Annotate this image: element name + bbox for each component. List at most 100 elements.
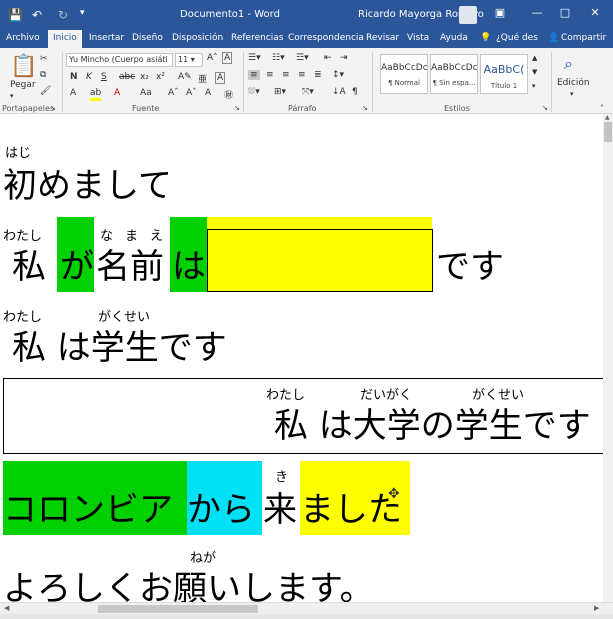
tab-diseno[interactable]: Diseño: [132, 33, 163, 43]
document-canvas[interactable]: はじ 初めまして わたし なまえ 私 が 名前 は です わたし がくせい 私 …: [0, 114, 603, 602]
show-formatting-marks-icon[interactable]: ¶: [352, 87, 358, 97]
phonetic-guide-icon[interactable]: 亜: [198, 72, 207, 85]
decrease-indent-icon[interactable]: ⇤: [324, 53, 332, 63]
change-case-icon[interactable]: Aa: [140, 88, 152, 98]
lightbulb-icon[interactable]: 💡: [480, 33, 491, 43]
style-preview: AaBbCcDc: [431, 63, 478, 73]
scroll-left-icon[interactable]: ◀: [4, 604, 9, 612]
name-input-box[interactable]: [207, 229, 433, 292]
tab-referencias[interactable]: Referencias: [231, 33, 284, 43]
grow-font-size-icon[interactable]: Aˆ: [168, 88, 179, 98]
style-name: ¶ Normal: [387, 79, 420, 87]
customize-quick-access-icon[interactable]: ▾: [80, 8, 85, 18]
font-name-select[interactable]: Yu Mincho (Cuerpo asiáti: [66, 53, 173, 67]
justify-icon[interactable]: ≡: [298, 70, 306, 80]
paste-button[interactable]: Pegar: [10, 80, 36, 90]
encircle-icon[interactable]: ㊖: [224, 88, 233, 101]
align-right-icon[interactable]: ≡: [282, 70, 290, 80]
colombia-text: コロンビア: [3, 490, 173, 530]
cursor-icon: ✥: [388, 486, 400, 502]
style-preview: AaBbCcDc: [381, 63, 428, 73]
redo-icon[interactable]: ↻: [58, 8, 68, 22]
editing-button[interactable]: Edición: [557, 78, 590, 88]
font-color-icon[interactable]: A: [114, 88, 120, 98]
clear-formatting-icon[interactable]: A✎: [178, 72, 192, 82]
clipboard-launcher-icon[interactable]: ↘: [50, 104, 56, 112]
styles-scroll-down-icon[interactable]: ▼: [532, 68, 537, 76]
asian-layout-icon[interactable]: ⤧▾: [302, 87, 314, 97]
scroll-right-icon[interactable]: ▶: [594, 604, 599, 612]
paragraph-launcher-icon[interactable]: ↘: [362, 104, 368, 112]
tab-ayuda[interactable]: Ayuda: [440, 33, 468, 43]
save-icon[interactable]: 💾: [8, 8, 23, 22]
italic-icon[interactable]: K: [86, 72, 92, 82]
styles-launcher-icon[interactable]: ↘: [542, 104, 548, 112]
subscript-icon[interactable]: x₂: [140, 72, 149, 82]
undo-icon[interactable]: ↶: [32, 8, 42, 22]
search-icon[interactable]: ⌕: [564, 54, 573, 74]
document-line-4: 私 は大学の学生です: [274, 406, 591, 446]
character-border-icon[interactable]: A: [222, 52, 233, 64]
share-icon[interactable]: 👤: [548, 33, 559, 43]
sort-icon[interactable]: ↓A: [332, 87, 346, 97]
paste-icon[interactable]: 📋: [10, 54, 37, 79]
copy-icon[interactable]: ⧉: [40, 70, 46, 80]
divider: [372, 52, 373, 112]
text-effects-icon[interactable]: A: [70, 88, 76, 98]
strikethrough-icon[interactable]: abc: [119, 72, 135, 82]
character-shading-icon[interactable]: A: [205, 88, 211, 98]
minimize-button[interactable]: —: [527, 6, 547, 19]
align-left-icon[interactable]: ≡: [248, 70, 260, 80]
shading-icon[interactable]: ⛆▾: [248, 87, 260, 97]
tab-inicio[interactable]: Inicio: [48, 30, 82, 48]
style-preview: AaBbC(: [483, 63, 525, 76]
enclose-characters-icon[interactable]: A: [215, 72, 226, 84]
style-heading-1[interactable]: AaBbC( Título 1: [480, 54, 528, 94]
avatar[interactable]: [459, 6, 477, 24]
numbering-icon[interactable]: ☷▾: [272, 53, 285, 63]
styles-scroll-up-icon[interactable]: ▲: [532, 54, 537, 62]
ribbon-display-options-icon[interactable]: ▣: [490, 6, 510, 19]
restore-button[interactable]: □: [555, 6, 575, 19]
clipboard-group-label: Portapapeles: [2, 104, 55, 113]
ribbon-tabs: Archivo Inicio Insertar Diseño Disposici…: [0, 30, 613, 48]
styles-more-icon[interactable]: ▾: [532, 82, 536, 90]
shrink-font-icon[interactable]: Aˇ: [186, 88, 197, 98]
underline-icon[interactable]: S: [101, 72, 107, 82]
tab-disposicion[interactable]: Disposición: [172, 33, 223, 43]
align-center-icon[interactable]: ≡: [266, 70, 274, 80]
style-normal[interactable]: AaBbCcDc ¶ Normal: [380, 54, 428, 94]
tell-me-input[interactable]: ¿Qué des: [496, 33, 538, 43]
multilevel-list-icon[interactable]: ☲▾: [296, 53, 309, 63]
tab-insertar[interactable]: Insertar: [89, 33, 124, 43]
paste-dropdown-icon[interactable]: ▾: [10, 92, 14, 100]
borders-icon[interactable]: ⊞▾: [274, 87, 286, 97]
font-size-select[interactable]: 11 ▾: [175, 53, 203, 67]
document-line-6: よろしくお願いします。: [3, 569, 374, 602]
horizontal-scrollbar[interactable]: ◀ ▶: [0, 602, 613, 614]
highlight-color-icon[interactable]: ab: [90, 88, 102, 101]
format-painter-icon[interactable]: 🖌: [40, 86, 51, 96]
bullets-icon[interactable]: ☰▾: [248, 53, 261, 63]
increase-indent-icon[interactable]: ⇥: [340, 53, 348, 63]
scroll-up-icon[interactable]: ▲: [605, 114, 610, 121]
scroll-thumb[interactable]: [98, 605, 258, 613]
bold-icon[interactable]: N: [70, 72, 78, 82]
tab-revisar[interactable]: Revisar: [366, 33, 399, 43]
editing-dropdown-icon[interactable]: ▾: [570, 90, 574, 98]
close-button[interactable]: ✕: [585, 6, 605, 19]
cut-icon[interactable]: ✂: [40, 54, 48, 64]
tab-archivo[interactable]: Archivo: [6, 33, 40, 43]
grow-font-icon[interactable]: A˄: [207, 53, 218, 63]
scroll-thumb[interactable]: [604, 122, 612, 142]
tab-vista[interactable]: Vista: [407, 33, 429, 43]
style-no-spacing[interactable]: AaBbCcDc ¶ Sin espa...: [430, 54, 478, 94]
line-spacing-icon[interactable]: ↕▾: [332, 70, 344, 80]
superscript-icon[interactable]: x²: [156, 72, 165, 82]
collapse-ribbon-icon[interactable]: ˄: [600, 104, 604, 113]
share-button[interactable]: Compartir: [561, 33, 606, 43]
tab-correspondencia[interactable]: Correspondencia: [288, 33, 364, 43]
vertical-scrollbar[interactable]: ▲: [603, 114, 613, 602]
font-launcher-icon[interactable]: ↘: [234, 104, 240, 112]
distributed-icon[interactable]: ≣: [314, 70, 322, 80]
